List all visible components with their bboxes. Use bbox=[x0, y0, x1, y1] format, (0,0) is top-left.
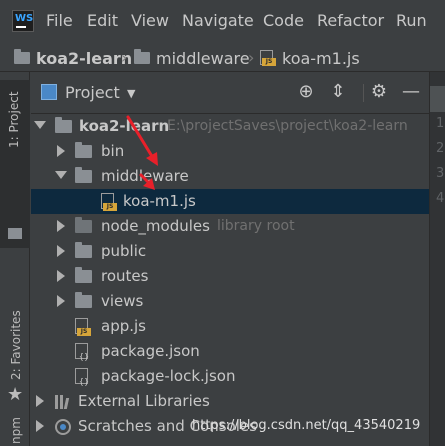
header-divider bbox=[363, 84, 364, 102]
tree-row-middleware[interactable]: middleware bbox=[31, 164, 429, 189]
folder-icon bbox=[75, 217, 92, 233]
tree-row-package-json[interactable]: {} package.json bbox=[31, 339, 429, 364]
tree-label: views bbox=[101, 292, 144, 310]
tree-row-routes[interactable]: routes bbox=[31, 264, 429, 289]
chevron-down-icon[interactable] bbox=[55, 171, 67, 179]
folder-icon bbox=[75, 142, 92, 158]
editor-tab[interactable] bbox=[430, 86, 445, 112]
menu-navigate[interactable]: Navigate bbox=[182, 11, 254, 30]
folder-icon bbox=[75, 292, 92, 308]
tab-project[interactable]: 1: Project bbox=[0, 80, 30, 248]
tree-row-views[interactable]: views bbox=[31, 289, 429, 314]
folder-icon bbox=[55, 117, 72, 133]
tree-row-external-libraries[interactable]: External Libraries bbox=[31, 389, 429, 414]
chevron-right-icon[interactable] bbox=[57, 220, 65, 232]
line-number: 2 bbox=[436, 141, 445, 156]
tree-row-node-modules[interactable]: node_modules library root bbox=[31, 214, 429, 239]
breadcrumb-folder[interactable]: middleware bbox=[134, 48, 250, 68]
project-view-icon bbox=[41, 84, 57, 100]
chevron-right-icon[interactable] bbox=[57, 270, 65, 282]
js-file-icon: JS bbox=[101, 193, 117, 211]
chevron-right-icon[interactable] bbox=[57, 295, 65, 307]
tab-favorites-label: 2: Favorites bbox=[9, 310, 23, 380]
tab-project-label: 1: Project bbox=[7, 91, 21, 148]
menu-file[interactable]: File bbox=[46, 11, 73, 30]
project-tree: koa2-learn E:\projectSaves\project\koa2-… bbox=[31, 114, 429, 446]
tree-label: app.js bbox=[101, 317, 146, 335]
library-icon bbox=[55, 394, 71, 409]
editor-gutter: 1 2 3 4 bbox=[429, 72, 445, 446]
chevron-right-icon[interactable] bbox=[36, 395, 44, 407]
json-file-icon: {} bbox=[75, 368, 91, 386]
folder-icon bbox=[8, 228, 22, 239]
line-number: 4 bbox=[436, 191, 445, 206]
breadcrumb-separator: › bbox=[248, 48, 255, 67]
star-icon: ★ bbox=[7, 384, 24, 405]
tab-npm[interactable]: npm bbox=[9, 417, 23, 444]
left-tool-strip: 1: Project 2: Favorites ★ npm bbox=[0, 72, 30, 446]
line-number: 3 bbox=[436, 166, 445, 181]
breadcrumb-project-label: koa2-learn bbox=[36, 48, 133, 68]
chevron-down-icon[interactable] bbox=[34, 121, 46, 129]
chevron-right-icon[interactable] bbox=[57, 145, 65, 157]
chevron-down-icon[interactable]: ▼ bbox=[127, 87, 135, 100]
breadcrumb-folder-label: middleware bbox=[156, 48, 250, 68]
tree-row-bin[interactable]: bin bbox=[31, 139, 429, 164]
menu-run[interactable]: Run bbox=[396, 11, 427, 30]
menu-bar: WS File Edit View Navigate Code Refactor… bbox=[0, 0, 445, 42]
menu-view[interactable]: View bbox=[131, 11, 169, 30]
breadcrumb-file[interactable]: JS koa-m1.js bbox=[260, 48, 360, 68]
tree-row-root[interactable]: koa2-learn E:\projectSaves\project\koa2-… bbox=[31, 114, 429, 139]
locate-icon[interactable]: ⊕ bbox=[296, 82, 316, 102]
tree-label: package-lock.json bbox=[101, 367, 236, 385]
scratches-icon bbox=[55, 419, 71, 435]
tree-label: routes bbox=[101, 267, 149, 285]
breadcrumb-file-label: koa-m1.js bbox=[282, 48, 360, 68]
breadcrumb-separator: › bbox=[121, 48, 128, 67]
menu-edit[interactable]: Edit bbox=[87, 11, 118, 30]
watermark-text: https://blog.csdn.net/qq_43540219 bbox=[192, 418, 421, 433]
tree-label: middleware bbox=[101, 167, 189, 185]
chevron-right-icon[interactable] bbox=[57, 245, 65, 257]
tree-root-label: koa2-learn bbox=[79, 117, 170, 135]
tree-label: koa-m1.js bbox=[123, 192, 196, 210]
tool-window-title[interactable]: Project bbox=[65, 83, 120, 102]
folder-icon bbox=[14, 49, 30, 64]
line-number: 1 bbox=[436, 116, 445, 131]
project-tool-window: Project ▼ ⊕ ⇕ ⚙ — koa2-learn E:\projectS… bbox=[31, 72, 429, 446]
chevron-right-icon[interactable] bbox=[36, 420, 44, 432]
logo-text: WS bbox=[15, 13, 34, 24]
js-file-icon: JS bbox=[260, 50, 276, 66]
tree-row-public[interactable]: public bbox=[31, 239, 429, 264]
tree-row-app-js[interactable]: JS app.js bbox=[31, 314, 429, 339]
tree-label: bin bbox=[101, 142, 125, 160]
tree-row-package-lock[interactable]: {} package-lock.json bbox=[31, 364, 429, 389]
collapse-all-icon[interactable]: ⇕ bbox=[328, 82, 348, 102]
folder-icon bbox=[134, 49, 150, 64]
folder-icon bbox=[75, 242, 92, 258]
webstorm-logo-icon: WS bbox=[12, 10, 34, 32]
gear-icon[interactable]: ⚙ bbox=[369, 82, 389, 102]
tree-label: public bbox=[101, 242, 147, 260]
library-root-hint: library root bbox=[217, 218, 295, 234]
folder-icon bbox=[75, 267, 92, 283]
minimize-icon[interactable]: — bbox=[401, 82, 421, 102]
breadcrumb: koa2-learn › middleware › JS koa-m1.js bbox=[0, 42, 445, 72]
folder-icon bbox=[75, 167, 92, 183]
tree-row-selected-file[interactable]: JS koa-m1.js bbox=[31, 189, 429, 214]
menu-refactor[interactable]: Refactor bbox=[317, 11, 384, 30]
json-file-icon: {} bbox=[75, 343, 91, 361]
tree-label: External Libraries bbox=[78, 392, 210, 410]
tool-window-header: Project ▼ ⊕ ⇕ ⚙ — bbox=[31, 72, 429, 114]
js-file-icon: JS bbox=[75, 318, 91, 336]
tree-label: package.json bbox=[101, 342, 200, 360]
breadcrumb-project[interactable]: koa2-learn bbox=[14, 48, 132, 68]
menu-code[interactable]: Code bbox=[263, 11, 304, 30]
tree-label: node_modules bbox=[101, 217, 210, 235]
tree-root-path: E:\projectSaves\project\koa2-learn bbox=[167, 118, 408, 134]
